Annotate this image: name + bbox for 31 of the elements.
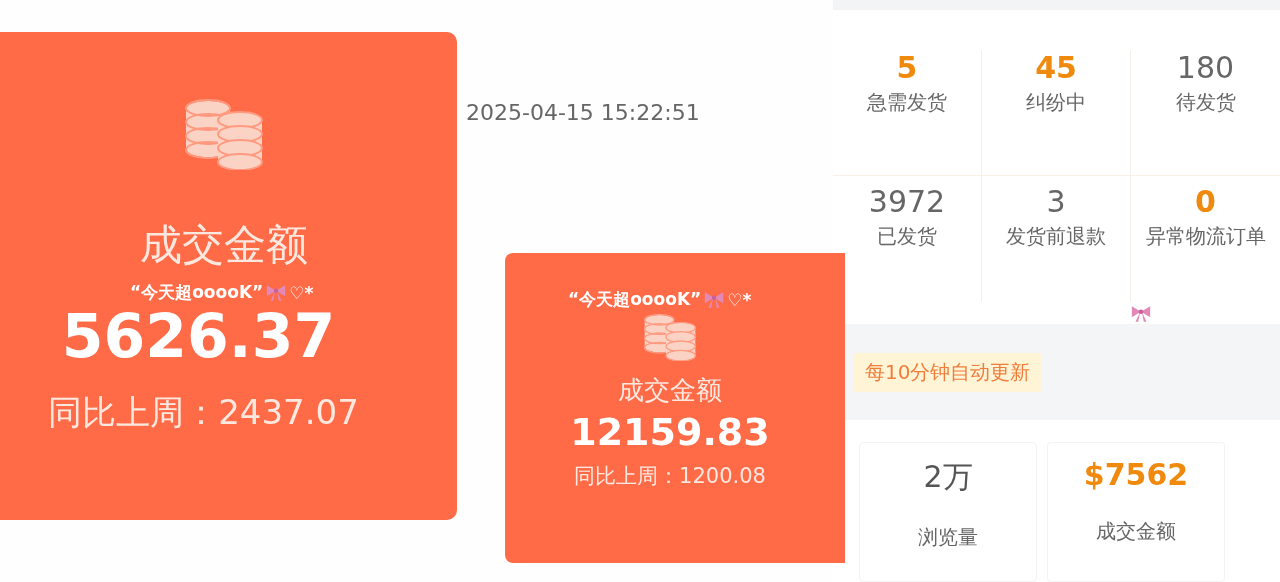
comparison-text: 同比上周：2437.07: [48, 391, 359, 435]
caption-text: “今天超ooooK”: [568, 288, 702, 311]
stat-label: 纠纷中: [1026, 89, 1086, 116]
metric-label: 成交金额: [1096, 518, 1176, 545]
stat-value: 3972: [868, 184, 946, 219]
caption-text: “今天超ooooK”: [130, 281, 264, 304]
stat-label: 已发货: [877, 223, 937, 250]
stat-label: 急需发货: [867, 89, 947, 116]
card-title: 成交金额: [139, 220, 308, 271]
card-title: 成交金额: [618, 374, 722, 407]
stat-value: 0: [1195, 184, 1216, 219]
stat-label: 异常物流订单: [1145, 223, 1266, 250]
metric-value: $7562: [1083, 457, 1189, 492]
stat-label: 待发货: [1175, 89, 1236, 116]
coins-icon: [642, 313, 698, 361]
stat-value: 3: [1046, 184, 1066, 219]
stat-value: 5: [896, 50, 918, 85]
update-badge: 每10分钟自动更新: [853, 352, 1043, 392]
bow-icon: [703, 290, 726, 309]
bow-icon: [265, 283, 288, 302]
stat-label: 发货前退款: [1006, 223, 1106, 250]
comparison-text: 同比上周：1200.08: [574, 463, 766, 490]
amount-value: 12159.83: [570, 410, 770, 454]
stat-value: 45: [1035, 50, 1077, 85]
amount-value: 5626.37: [61, 306, 336, 367]
heart-symbol: ♡*: [289, 282, 314, 303]
stat-value: 180: [1176, 50, 1235, 85]
timestamp: 2025-04-15 15:22:51: [466, 100, 700, 125]
metric-label: 浏览量: [918, 524, 978, 551]
heart-symbol: ♡*: [727, 289, 752, 310]
metric-value: 2万: [923, 458, 973, 496]
